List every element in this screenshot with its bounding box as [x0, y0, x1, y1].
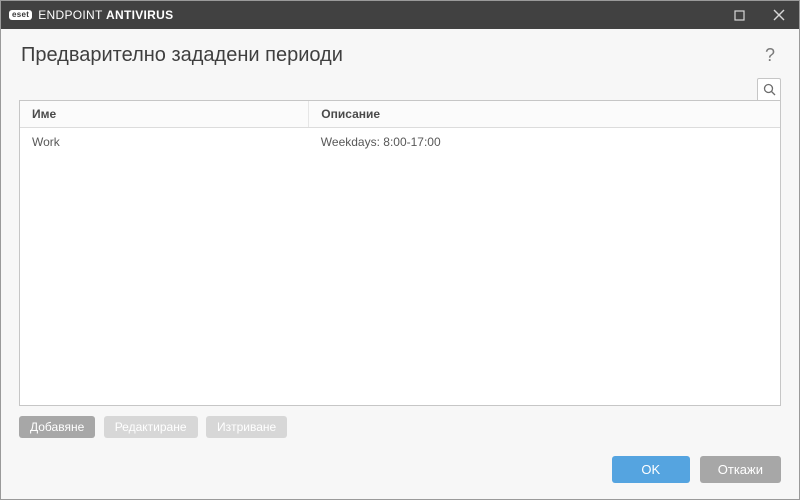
- cancel-button[interactable]: Откажи: [700, 456, 781, 483]
- table-header-row: Име Описание: [20, 101, 780, 128]
- column-header-name[interactable]: Име: [20, 101, 309, 128]
- brand-badge: eset: [9, 10, 32, 20]
- table-actions: Добавяне Редактиране Изтриване: [19, 406, 781, 442]
- search-row: [19, 78, 781, 100]
- cell-description: Weekdays: 8:00-17:00: [309, 128, 780, 157]
- app-window: eset ENDPOINT ANTIVIRUS Предварително за…: [0, 0, 800, 500]
- content-area: Име Описание Work Weekdays: 8:00-17:00 Д…: [1, 78, 799, 442]
- help-button[interactable]: ?: [761, 43, 779, 68]
- cell-name: Work: [20, 128, 309, 157]
- periods-table: Име Описание Work Weekdays: 8:00-17:00: [20, 101, 780, 156]
- delete-button[interactable]: Изтриване: [206, 416, 287, 438]
- ok-button[interactable]: OK: [612, 456, 690, 483]
- close-button[interactable]: [759, 1, 799, 29]
- search-button[interactable]: [757, 78, 781, 100]
- edit-button[interactable]: Редактиране: [104, 416, 198, 438]
- titlebar: eset ENDPOINT ANTIVIRUS: [1, 1, 799, 29]
- product-name-bold: ANTIVIRUS: [106, 8, 173, 22]
- maximize-button[interactable]: [719, 1, 759, 29]
- page-title: Предварително зададени периоди: [21, 44, 343, 67]
- window-controls: [719, 1, 799, 29]
- periods-table-container: Име Описание Work Weekdays: 8:00-17:00: [19, 100, 781, 406]
- dialog-footer: OK Откажи: [1, 442, 799, 499]
- close-icon: [773, 9, 785, 21]
- add-button[interactable]: Добавяне: [19, 416, 95, 438]
- search-icon: [763, 83, 776, 96]
- product-name-light: ENDPOINT: [38, 8, 106, 22]
- product-name: ENDPOINT ANTIVIRUS: [38, 8, 173, 22]
- table-row[interactable]: Work Weekdays: 8:00-17:00: [20, 128, 780, 157]
- page-header: Предварително зададени периоди ?: [1, 29, 799, 78]
- maximize-icon: [734, 10, 745, 21]
- column-header-description[interactable]: Описание: [309, 101, 780, 128]
